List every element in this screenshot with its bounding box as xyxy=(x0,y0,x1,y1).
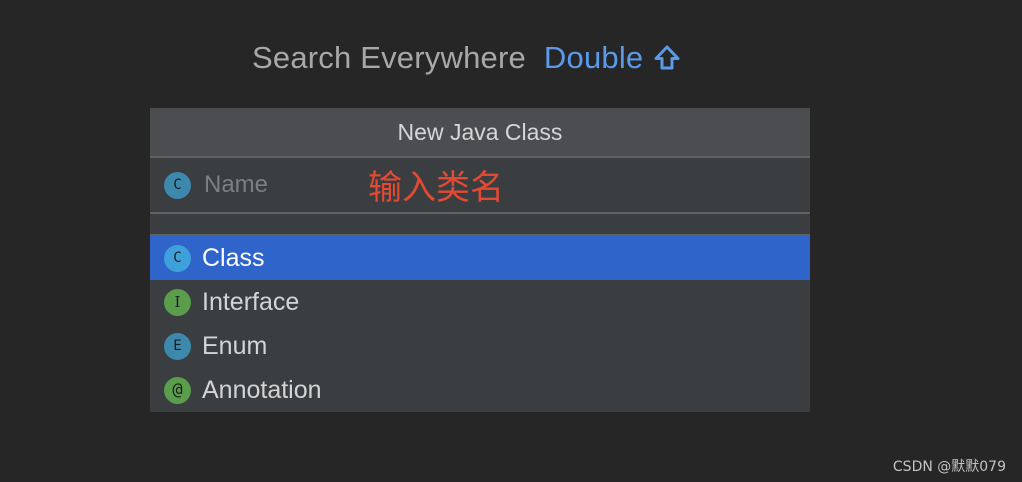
hint-text: Search Everywhere xyxy=(252,40,526,75)
watermark: CSDN @默默079 xyxy=(892,459,1006,475)
kind-label: Annotation xyxy=(202,375,322,404)
class-icon: C xyxy=(164,244,191,272)
class-kind-list: C Class I Interface E Enum @ Annotation xyxy=(150,236,810,412)
annotation-label: 输入类名 xyxy=(368,168,504,208)
kind-item-enum[interactable]: E Enum xyxy=(150,324,810,368)
new-java-class-dialog: New Java Class C 输入类名 C Class I Interfac… xyxy=(150,108,810,412)
class-name-input[interactable] xyxy=(204,171,364,199)
kind-item-interface[interactable]: I Interface xyxy=(150,280,810,324)
kind-label: Interface xyxy=(202,287,300,316)
kind-item-class[interactable]: C Class xyxy=(150,236,810,280)
annotation-icon: @ xyxy=(164,376,191,404)
search-everywhere-hint: Search Everywhere Double xyxy=(252,40,681,76)
divider xyxy=(150,214,810,236)
class-icon: C xyxy=(164,171,191,199)
interface-icon: I xyxy=(164,288,191,316)
shift-arrow-icon xyxy=(653,44,681,72)
kind-label: Class xyxy=(202,243,265,272)
name-field-row: C 输入类名 xyxy=(150,158,810,214)
hint-shortcut: Double xyxy=(543,40,644,75)
dialog-title: New Java Class xyxy=(150,108,810,158)
kind-label: Enum xyxy=(202,331,268,360)
enum-icon: E xyxy=(164,332,191,360)
kind-item-annotation[interactable]: @ Annotation xyxy=(150,368,810,412)
